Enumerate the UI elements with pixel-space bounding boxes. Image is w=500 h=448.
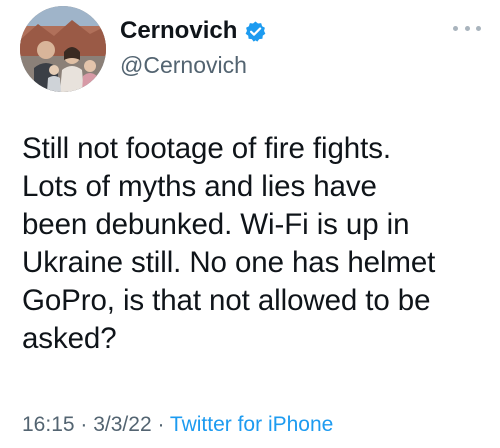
avatar[interactable] <box>20 6 106 92</box>
dot <box>476 25 481 31</box>
avatar-photo <box>20 6 106 92</box>
tweet-card: Cernovich @Cernovich Still not footage o… <box>0 0 500 448</box>
verified-badge-icon <box>246 20 266 42</box>
meta-separator: · <box>157 413 170 436</box>
dot <box>453 25 458 31</box>
user-handle[interactable]: @Cernovich <box>120 50 247 80</box>
tweet-source-link[interactable]: Twitter for iPhone <box>170 413 333 436</box>
meta-separator: · <box>80 413 94 436</box>
display-name[interactable]: Cernovich <box>120 16 237 46</box>
tweet-date[interactable]: 3/3/22 <box>93 413 151 436</box>
more-dots-icon[interactable] <box>453 22 481 34</box>
tweet-time[interactable]: 16:15 <box>22 413 75 436</box>
tweet-meta: 16:15 · 3/3/22 · Twitter for iPhone <box>22 412 333 438</box>
dot <box>464 25 470 31</box>
tweet-text: Still not footage of fire fights. Lots o… <box>22 132 436 355</box>
display-name-row: Cernovich <box>120 16 267 46</box>
